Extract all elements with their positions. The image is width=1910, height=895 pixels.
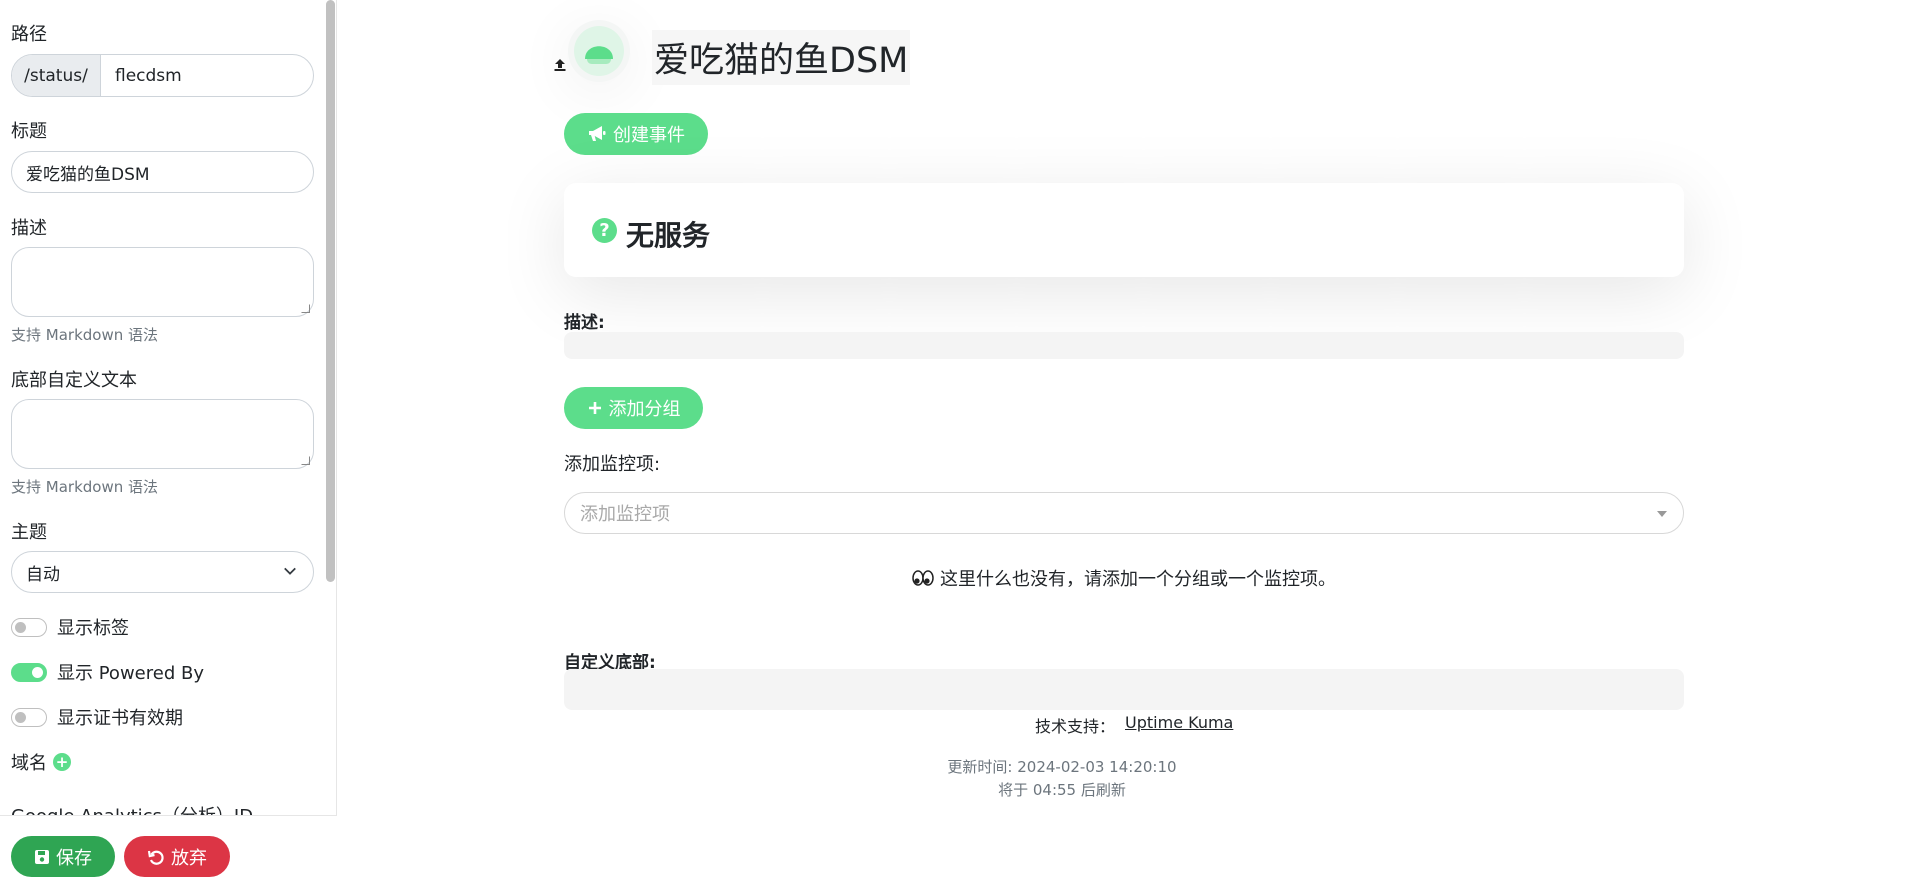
- add-group-button[interactable]: 添加分组: [564, 387, 703, 429]
- empty-state-message: 这里什么也没有，请添加一个分组或一个监控项。: [940, 569, 1336, 590]
- theme-selected-value: 自动: [26, 564, 60, 585]
- show-cert-expiry-switch[interactable]: [11, 707, 47, 727]
- edit-sidebar: 路径 /status/ flecdsm 标题 爱吃猫的鱼DSM 描述 支持 Ma…: [0, 0, 337, 895]
- discard-label: 放弃: [171, 847, 207, 869]
- resize-handle-icon[interactable]: [301, 304, 310, 313]
- last-updated-text: 更新时间: 2024-02-03 14:20:10: [947, 758, 1177, 776]
- add-monitor-select[interactable]: 添加监控项: [564, 492, 1684, 534]
- footer-text-label: 底部自定义文本: [11, 370, 137, 391]
- undo-icon: [147, 850, 164, 865]
- google-analytics-label: Google Analytics（分析）ID: [11, 802, 253, 815]
- overall-status-text: 无服务: [626, 219, 711, 252]
- refresh-countdown-text: 将于 04:55 后刷新: [998, 781, 1126, 799]
- discard-button[interactable]: 放弃: [124, 836, 230, 877]
- resize-handle-icon[interactable]: [301, 456, 310, 465]
- floppy-disk-icon: [35, 849, 49, 864]
- powered-by-label: 技术支持：: [1035, 717, 1116, 736]
- create-incident-label: 创建事件: [613, 125, 685, 146]
- custom-footer-editable[interactable]: [564, 669, 1684, 710]
- description-heading: 描述:: [564, 313, 605, 333]
- path-input-group: /status/ flecdsm: [11, 54, 314, 97]
- uptime-kuma-link[interactable]: Uptime Kuma: [1125, 713, 1233, 737]
- toggle-show-tags[interactable]: 显示标签: [11, 614, 129, 640]
- path-label: 路径: [11, 24, 47, 45]
- caret-down-icon: [1657, 511, 1667, 517]
- uptime-kuma-logo-icon: [574, 26, 624, 76]
- domain-label: 域名: [11, 753, 47, 774]
- description-textarea[interactable]: [11, 247, 314, 317]
- show-powered-by-label: 显示 Powered By: [57, 663, 204, 684]
- add-monitor-label: 添加监控项:: [564, 454, 661, 475]
- create-incident-button[interactable]: 创建事件: [564, 113, 708, 155]
- description-hint: 支持 Markdown 语法: [11, 326, 158, 344]
- eyes-icon: [912, 570, 934, 586]
- question-circle-icon: ?: [592, 218, 617, 243]
- show-powered-by-switch[interactable]: [11, 662, 47, 682]
- status-page-preview: 爱吃猫的鱼DSM 创建事件 ? 无服务 描述: 添加分组 添加监控项: 添加监控…: [338, 0, 1910, 895]
- save-label: 保存: [56, 847, 92, 869]
- description-label: 描述: [11, 218, 47, 239]
- megaphone-icon: [589, 126, 606, 141]
- sidebar-scrollbar[interactable]: [326, 0, 335, 582]
- add-monitor-placeholder: 添加监控项: [580, 504, 670, 525]
- show-cert-expiry-label: 显示证书有效期: [57, 708, 183, 729]
- status-page-editor: 路径 /status/ flecdsm 标题 爱吃猫的鱼DSM 描述 支持 Ma…: [0, 0, 1910, 895]
- theme-select[interactable]: 自动: [11, 551, 314, 593]
- title-input[interactable]: 爱吃猫的鱼DSM: [11, 151, 314, 193]
- page-title[interactable]: 爱吃猫的鱼DSM: [652, 30, 911, 85]
- toggle-show-powered-by[interactable]: 显示 Powered By: [11, 659, 204, 685]
- theme-label: 主题: [11, 522, 47, 543]
- chevron-down-icon: [284, 567, 296, 575]
- domain-row: 域名 +: [11, 749, 71, 775]
- logo[interactable]: [568, 20, 630, 82]
- footer-text-textarea[interactable]: [11, 399, 314, 469]
- footer-text-hint: 支持 Markdown 语法: [11, 478, 158, 496]
- plus-icon: [588, 402, 601, 414]
- save-button[interactable]: 保存: [11, 836, 115, 877]
- add-domain-icon[interactable]: +: [53, 753, 71, 771]
- empty-state: 这里什么也没有，请添加一个分组或一个监控项。: [912, 565, 1336, 591]
- upload-icon[interactable]: [553, 58, 567, 72]
- show-tags-label: 显示标签: [57, 618, 129, 639]
- description-editable[interactable]: [564, 332, 1684, 359]
- slug-input[interactable]: flecdsm: [101, 55, 313, 96]
- show-tags-switch[interactable]: [11, 617, 47, 637]
- toggle-show-cert-expiry[interactable]: 显示证书有效期: [11, 704, 183, 730]
- powered-by: 技术支持： Uptime Kuma: [1035, 713, 1233, 737]
- overall-status-card: ? 无服务: [564, 183, 1684, 277]
- title-label: 标题: [11, 121, 47, 142]
- path-prefix: /status/: [12, 55, 101, 96]
- add-group-label: 添加分组: [608, 399, 681, 420]
- sidebar-footer: 保存 放弃: [0, 815, 337, 895]
- sidebar-scroll-area: 路径 /status/ flecdsm 标题 爱吃猫的鱼DSM 描述 支持 Ma…: [0, 0, 337, 815]
